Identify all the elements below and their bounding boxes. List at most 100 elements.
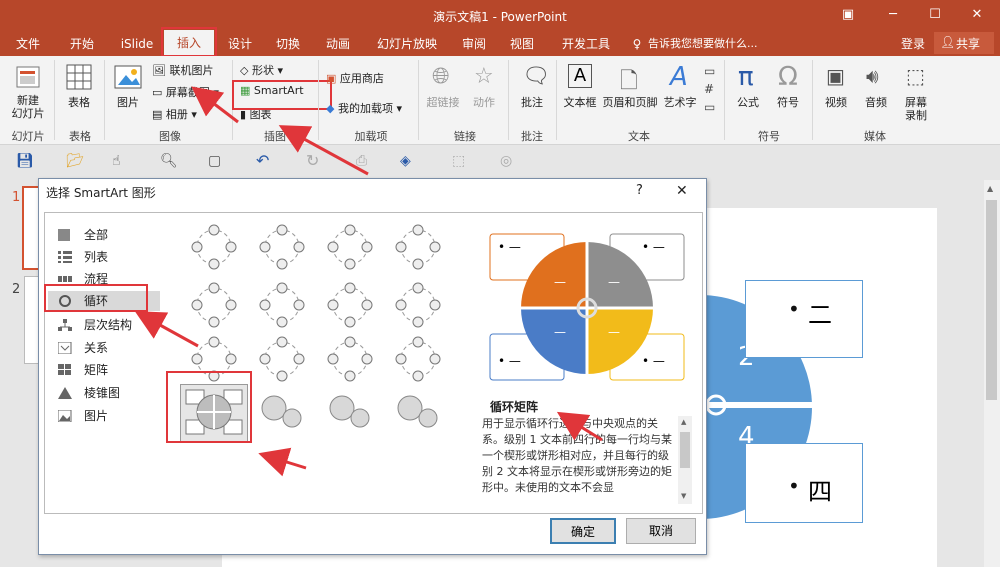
table-icon [66,64,92,90]
category-matrix[interactable]: 矩阵 [58,360,158,380]
dialog-help-button[interactable]: ? [636,183,643,198]
layout-text-cycle-thumb[interactable] [254,222,310,272]
category-all[interactable]: 全部 [58,225,158,245]
layout-basic-radial-thumb[interactable] [254,334,310,384]
tab-transitions[interactable]: 切换 [266,34,310,54]
group-label-symbols: 符号 [758,130,780,143]
slide-text-box-2[interactable]: • 二 [745,280,863,358]
svg-text:—: — [554,325,566,339]
group-label-media: 媒体 [864,130,886,143]
screenshot-button[interactable]: ▭ 屏幕截图 ▾ [152,84,219,100]
new-slide-button[interactable]: 新建 幻灯片 [10,62,46,124]
comment-button[interactable]: 🗨︎ 批注 [514,62,550,124]
layout-radial-cluster-thumb[interactable] [322,386,378,436]
picture-icon [114,65,142,89]
tab-animations[interactable]: 动画 [316,34,360,54]
tab-view[interactable]: 视图 [500,34,544,54]
slide-number-2: 2 [12,282,21,297]
svg-text:—: — [608,325,620,339]
shapes-button[interactable]: ◇ 形状 ▾ [240,62,283,78]
layout-segmented-cycle-thumb[interactable] [322,280,378,330]
star-icon: ☆ [474,64,494,89]
tab-slideshow[interactable]: 幻灯片放映 [372,34,442,54]
lightbulb-icon: ♀ [632,37,642,51]
cancel-button[interactable]: 取消 [626,518,696,544]
layout-circle-arrows-thumb[interactable] [390,386,446,436]
globe-icon: 🌐︎ [432,64,450,89]
tab-design[interactable]: 设计 [218,34,262,54]
save-icon[interactable]: 💾︎ [16,153,34,169]
store-button[interactable]: ▣ 应用商店 [326,70,384,86]
category-hierarchy[interactable]: 层次结构 [58,315,158,335]
layout-continuous-cycle-thumb[interactable] [186,280,242,330]
dialog-close-button[interactable]: ✕ [676,183,688,199]
user-icon: 👤︎ [940,35,956,49]
album-button[interactable]: ▤ 相册 ▾ [152,106,197,122]
shape-fill-icon[interactable]: ◈ [400,153,411,169]
gallery-scrollbar[interactable] [460,214,474,510]
my-addins-button[interactable]: ◆ 我的加载项 ▾ [326,100,402,116]
slide-text-box-4[interactable]: • 四 [745,443,863,523]
vertical-scrollbar[interactable]: ▲ [984,180,1000,567]
tab-developer[interactable]: 开发工具 [556,34,616,54]
close-window-icon[interactable]: ✕ [962,6,992,24]
album-icon: ▤ [152,108,163,121]
touch-mode-icon[interactable]: ☝ [112,153,121,169]
description-scrollbar[interactable]: ▲ ▼ [678,416,692,504]
group-label-images: 图像 [159,130,181,143]
equation-button[interactable]: π 公式 [730,62,766,124]
picture-category-icon [58,410,72,422]
tab-home[interactable]: 开始 [60,34,104,54]
wordart-button[interactable]: A 艺术字 [660,62,700,124]
layout-basic-pie-thumb[interactable] [390,280,446,330]
table-button[interactable]: 表格 [62,62,96,124]
layout-radial-venn-thumb[interactable] [390,334,446,384]
group-label-text: 文本 [628,130,650,143]
layout-gear-thumb[interactable] [254,386,310,436]
minimize-icon[interactable]: ─ [878,6,908,24]
layout-block-cycle-thumb[interactable] [322,222,378,272]
category-picture[interactable]: 图片 [58,406,158,426]
layout-nondirectional-cycle-thumb[interactable] [390,222,446,272]
login-link[interactable]: 登录 [898,34,928,54]
picture-button[interactable]: 图片 [110,62,146,124]
symbol-button[interactable]: Ω 符号 [770,62,806,124]
layout-divergent-radial-thumb[interactable] [322,334,378,384]
text-small-icons[interactable]: ▭ # ▭ [704,62,720,122]
maximize-icon[interactable]: ☐ [920,6,950,24]
screenshot-icon: ▭ [152,86,163,99]
group-objects-icon[interactable]: ⬚ [452,153,465,169]
undo-icon[interactable]: ↶ [256,151,269,170]
video-button[interactable]: ▣ 视频 [818,62,854,124]
merge-shapes-icon[interactable]: ◎ [500,153,512,169]
share-button[interactable]: 👤︎ 共享 [934,32,994,54]
redo-icon[interactable]: ↻ [306,151,319,170]
scrollbar-thumb[interactable] [986,200,997,400]
textbox-button[interactable]: A 文本框 [560,62,600,124]
tell-me-box[interactable]: 告诉我您想要做什么... [648,34,788,54]
tab-file[interactable]: 文件 [6,34,50,54]
layout-multidirectional-cycle-thumb[interactable] [254,280,310,330]
slideshow-icon[interactable]: ▢ [208,153,221,169]
preview-icon[interactable]: 🔍︎ [160,153,178,169]
highlight-cycle-matrix-layout [166,371,252,443]
highlight-cycle-category [44,284,148,312]
tab-islide[interactable]: iSlide [112,34,162,54]
open-folder-icon[interactable]: 📂︎ [66,153,84,169]
preview-bullet-4: • — [642,354,665,368]
category-relationship[interactable]: 关系 [58,338,158,358]
tab-review[interactable]: 审阅 [452,34,496,54]
audio-button[interactable]: 🔊︎ 音频 [858,62,894,124]
layout-basic-cycle-thumb[interactable] [186,222,242,272]
header-footer-button[interactable]: 🗋︎ 页眉和页脚 [600,62,660,124]
print-icon[interactable]: ⎙ [356,153,367,169]
shapes-icon: ◇ [240,64,249,77]
online-picture-button[interactable]: 🖼︎ 联机图片 [152,62,213,78]
hyperlink-button[interactable]: 🌐︎ 超链接 [424,62,462,124]
ok-button[interactable]: 确定 [550,518,616,544]
category-list[interactable]: 列表 [58,247,158,267]
screen-record-button[interactable]: ⬚ 屏幕 录制 [898,62,934,124]
category-pyramid[interactable]: 棱锥图 [58,383,158,403]
action-button[interactable]: ☆ 动作 [466,62,502,124]
ribbon-display-options-icon[interactable]: ▣ [833,6,863,24]
